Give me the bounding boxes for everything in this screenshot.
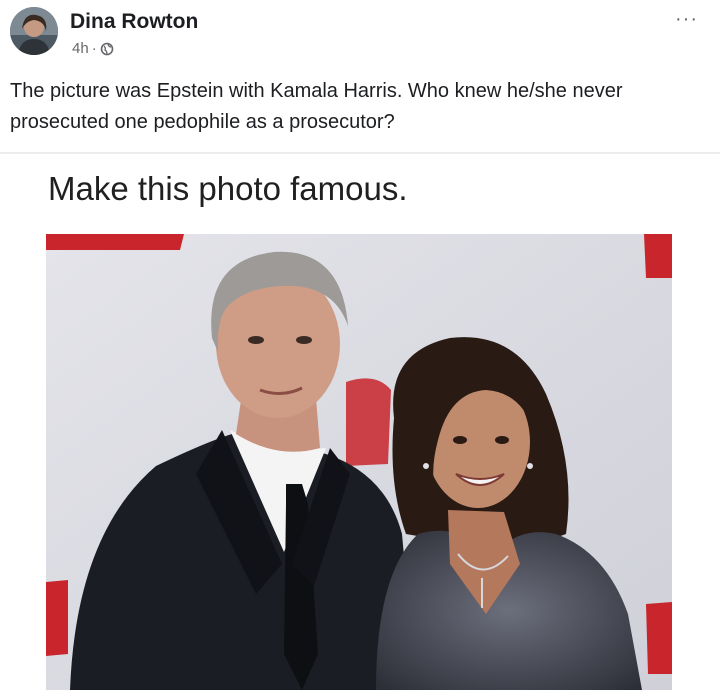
globe-icon[interactable] bbox=[100, 42, 114, 56]
meta-separator: · bbox=[91, 40, 97, 57]
backdrop-logo-fragment bbox=[46, 234, 184, 250]
backdrop-logo-fragment bbox=[346, 378, 391, 466]
photo[interactable] bbox=[46, 234, 672, 690]
post-meta: 4h · bbox=[72, 40, 114, 57]
photo-illustration bbox=[46, 234, 672, 690]
author-name[interactable]: Dina Rowton bbox=[70, 10, 198, 34]
post-header: Dina Rowton 4h · ··· bbox=[0, 0, 720, 70]
image-caption: Make this photo famous. bbox=[48, 170, 408, 207]
post-time[interactable]: 4h bbox=[72, 40, 89, 57]
backdrop-logo-fragment bbox=[644, 234, 672, 278]
post-text: The picture was Epstein with Kamala Harr… bbox=[10, 80, 623, 133]
backdrop-logo-fragment bbox=[646, 602, 672, 674]
more-options-icon[interactable]: ··· bbox=[675, 9, 698, 29]
backdrop-logo-fragment bbox=[46, 580, 68, 656]
avatar[interactable] bbox=[10, 7, 58, 55]
avatar-image bbox=[10, 7, 58, 55]
